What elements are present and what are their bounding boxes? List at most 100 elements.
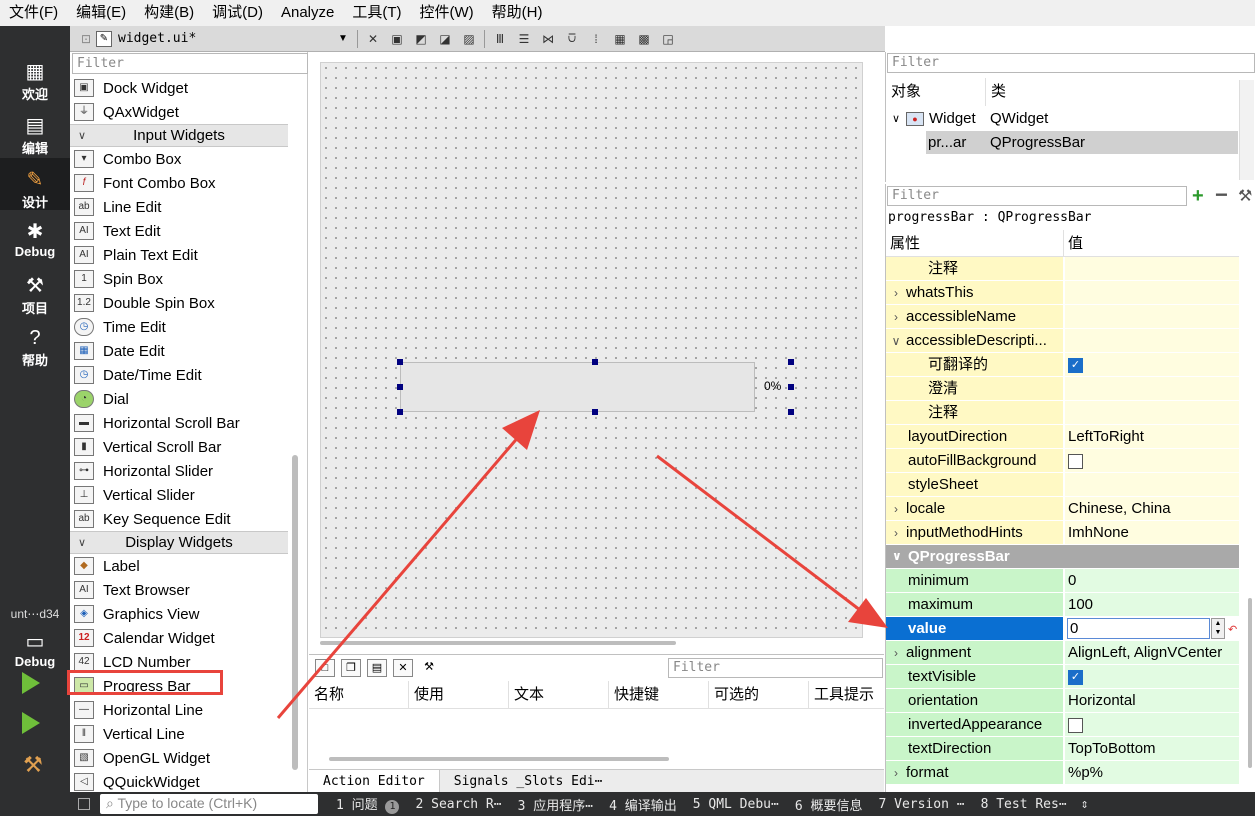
widget-plain-text-edit[interactable]: AI Plain Text Edit xyxy=(70,243,288,267)
property-row[interactable]: › alignment AlignLeft, AlignVCenter xyxy=(886,641,1239,665)
column-header[interactable]: 工具提示 xyxy=(809,681,884,708)
spin-arrows-icon[interactable]: ▲ ▼ xyxy=(1211,618,1225,639)
layout-grid-icon[interactable]: ⁞ xyxy=(585,30,607,48)
widget-vertical-scroll-bar[interactable]: ▮ Vertical Scroll Bar xyxy=(70,435,288,459)
property-row[interactable]: 澄清 xyxy=(886,377,1239,401)
column-header[interactable]: 可选的 xyxy=(709,681,809,708)
chevron-right-icon[interactable]: › xyxy=(886,522,906,544)
output-pane-tests[interactable]: 8 Test Res⋯ xyxy=(973,797,1075,812)
widget-double-spin-box[interactable]: 1.2 Double Spin Box xyxy=(70,291,288,315)
debug-run-icon[interactable] xyxy=(22,712,40,734)
delete-action-icon[interactable]: ✕ xyxy=(393,659,413,677)
property-value[interactable]: AlignLeft, AlignVCenter xyxy=(1065,641,1239,664)
widget-date-edit[interactable]: ▦ Date Edit xyxy=(70,339,288,363)
resize-handle[interactable] xyxy=(788,359,794,365)
wrench-icon[interactable]: ⚒ xyxy=(1238,186,1252,208)
property-value[interactable]: Chinese, China xyxy=(1065,497,1239,520)
action-editor-scrollbar[interactable] xyxy=(329,757,669,761)
property-row[interactable]: styleSheet xyxy=(886,473,1239,497)
remove-property-icon[interactable]: − xyxy=(1215,184,1228,206)
property-row[interactable]: textVisible ✓ xyxy=(886,665,1239,689)
chevron-right-icon[interactable]: › xyxy=(886,306,906,328)
translatable-checkbox[interactable]: ✓ xyxy=(1068,357,1083,373)
mode-projects[interactable]: ⚒ 项目 xyxy=(0,274,70,317)
widget-horizontal-scroll-bar[interactable]: ▬ Horizontal Scroll Bar xyxy=(70,411,288,435)
resize-handle[interactable] xyxy=(397,409,403,415)
property-value[interactable]: TopToBottom xyxy=(1065,737,1239,760)
property-value[interactable] xyxy=(1065,329,1239,352)
action-editor-filter[interactable]: Filter xyxy=(668,658,883,678)
resize-handle[interactable] xyxy=(397,384,403,390)
property-row[interactable]: ∨ accessibleDescripti... xyxy=(886,329,1239,353)
reset-icon[interactable]: ↶ xyxy=(1228,619,1238,637)
widget-box-scrollbar[interactable] xyxy=(292,455,298,770)
menu-help[interactable]: 帮助(H) xyxy=(483,0,552,26)
widget-vertical-slider[interactable]: ⊥ Vertical Slider xyxy=(70,483,288,507)
output-pane-search[interactable]: 2 Search R⋯ xyxy=(407,797,509,812)
column-header[interactable]: 使用 xyxy=(409,681,509,708)
mode-welcome[interactable]: ▦ 欢迎 xyxy=(0,60,70,103)
property-section-qprogressbar[interactable]: ∨ QProgressBar xyxy=(886,545,1239,569)
widget-font-combo-box[interactable]: f Font Combo Box xyxy=(70,171,288,195)
chevron-down-icon[interactable]: ∨ xyxy=(886,330,906,352)
property-filter[interactable]: Filter xyxy=(887,186,1187,206)
layout-h-splitter-icon[interactable]: ⋈ xyxy=(537,30,559,48)
copy-action-icon[interactable]: ❐ xyxy=(341,659,361,677)
widget-graphics-view[interactable]: ◈ Graphics View xyxy=(70,602,288,626)
property-row[interactable]: invertedAppearance xyxy=(886,713,1239,737)
widget-opengl[interactable]: ▧ OpenGL Widget xyxy=(70,746,288,770)
widget-combo-box[interactable]: ▾ Combo Box xyxy=(70,147,288,171)
property-row[interactable]: › accessibleName xyxy=(886,305,1239,329)
value-spin-box[interactable]: 0 xyxy=(1067,618,1210,639)
property-row[interactable]: › inputMethodHints ImhNone xyxy=(886,521,1239,545)
resize-handle[interactable] xyxy=(592,409,598,415)
widget-text-browser[interactable]: AI Text Browser xyxy=(70,578,288,602)
layout-v-splitter-icon[interactable]: ⩂ xyxy=(561,30,583,48)
property-row[interactable]: 注释 xyxy=(886,257,1239,281)
column-header[interactable]: 快捷键 xyxy=(609,681,709,708)
widget-dock-widget[interactable]: ▣ Dock Widget xyxy=(70,76,288,100)
chevron-right-icon[interactable]: › xyxy=(886,762,906,784)
menu-analyze[interactable]: Analyze xyxy=(272,0,343,26)
property-row[interactable]: › locale Chinese, China xyxy=(886,497,1239,521)
property-value[interactable]: Horizontal xyxy=(1065,689,1239,712)
wrench-icon[interactable]: ⚒ xyxy=(419,659,439,677)
chevron-right-icon[interactable]: › xyxy=(886,498,906,520)
property-value[interactable] xyxy=(1065,281,1239,304)
chevron-down-icon[interactable]: ▼ xyxy=(338,33,354,44)
property-value[interactable]: %p% xyxy=(1065,761,1239,784)
menu-build[interactable]: 构建(B) xyxy=(135,0,203,26)
new-action-icon[interactable]: □ xyxy=(315,659,335,677)
widget-box-filter[interactable]: Filter xyxy=(72,53,308,74)
resize-handle[interactable] xyxy=(397,359,403,365)
output-pane-qml[interactable]: 5 QML Debu⋯ xyxy=(685,797,787,812)
output-pane-version[interactable]: 7 Version ⋯ xyxy=(870,797,972,812)
edit-widgets-icon[interactable]: ▣ xyxy=(386,30,408,48)
column-header-value[interactable]: 值 xyxy=(1064,230,1083,256)
widget-spin-box[interactable]: 1 Spin Box xyxy=(70,267,288,291)
layout-form-icon[interactable]: ▦ xyxy=(609,30,631,48)
hammer-icon[interactable]: ⚒ xyxy=(20,752,46,778)
tab-action-editor[interactable]: Action Editor xyxy=(309,770,440,793)
add-property-icon[interactable]: + xyxy=(1192,185,1204,207)
widget-dial[interactable]: ◔ Dial xyxy=(70,387,288,411)
edit-buddies-icon[interactable]: ◪ xyxy=(434,30,456,48)
widget-calendar[interactable]: 12 Calendar Widget xyxy=(70,626,288,650)
resize-handle[interactable] xyxy=(788,384,794,390)
property-row[interactable]: minimum 0 xyxy=(886,569,1239,593)
layout-vertical-icon[interactable]: ☰ xyxy=(513,30,535,48)
object-inspector-scrollbar[interactable] xyxy=(1239,80,1254,180)
property-value[interactable]: 100 xyxy=(1065,593,1239,616)
canvas-horizontal-scrollbar[interactable] xyxy=(320,641,676,645)
menu-debug[interactable]: 调试(D) xyxy=(203,0,272,26)
edit-signals-icon[interactable]: ◩ xyxy=(410,30,432,48)
column-header-object[interactable]: 对象 xyxy=(886,78,986,106)
widget-vertical-line[interactable]: ‖ Vertical Line xyxy=(70,722,288,746)
open-file-name[interactable]: widget.ui* xyxy=(118,31,338,46)
property-row[interactable]: maximum 100 xyxy=(886,593,1239,617)
output-pane-general[interactable]: 6 概要信息 xyxy=(787,795,871,814)
auto-fill-background-checkbox[interactable] xyxy=(1068,453,1083,469)
edit-tab-order-icon[interactable]: ▨ xyxy=(458,30,480,48)
widget-date-time-edit[interactable]: ◷ Date/Time Edit xyxy=(70,363,288,387)
resize-handle[interactable] xyxy=(592,359,598,365)
